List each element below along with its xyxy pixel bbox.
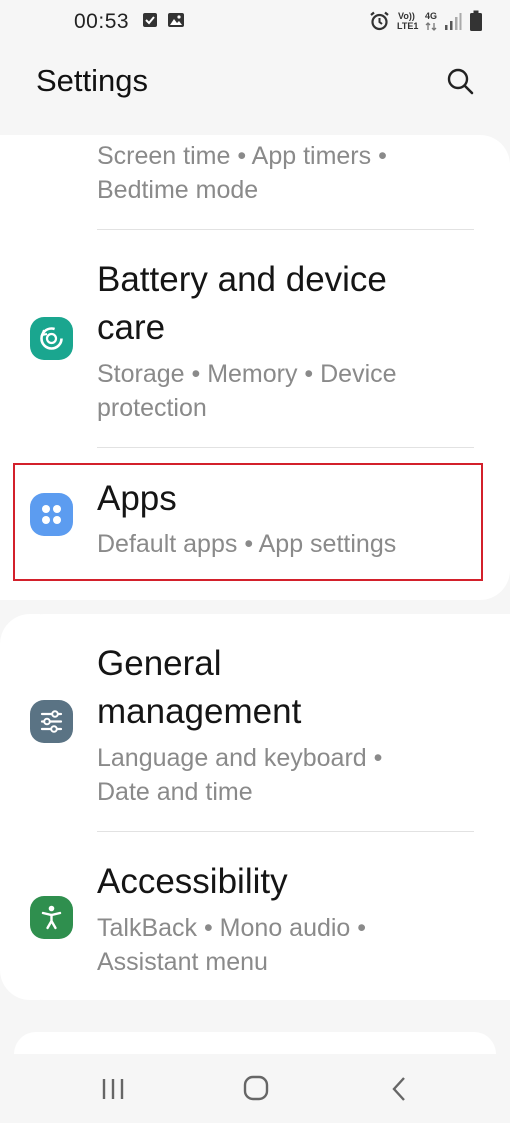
home-icon bbox=[243, 1075, 269, 1101]
data-arrows-icon bbox=[425, 22, 437, 31]
accessibility-title: Accessibility bbox=[97, 862, 288, 901]
signal-icon bbox=[445, 13, 462, 30]
highlight-box bbox=[13, 463, 483, 581]
accessibility-subtitle-1: TalkBack • Mono audio • bbox=[97, 914, 367, 942]
recent-apps-button[interactable] bbox=[93, 1072, 133, 1106]
battery-subtitle-2: protection bbox=[97, 394, 207, 422]
battery-status-icon bbox=[470, 10, 482, 31]
general-subtitle-1: Language and keyboard • bbox=[97, 744, 383, 772]
alarm-icon bbox=[370, 11, 389, 31]
digital-wellbeing-subtitle-1: Screen time • App timers • bbox=[97, 142, 387, 170]
home-button[interactable] bbox=[236, 1072, 276, 1106]
battery-subtitle-1: Storage • Memory • Device bbox=[97, 360, 397, 388]
divider bbox=[97, 831, 474, 832]
status-time: 00:53 bbox=[74, 10, 130, 33]
general-title-1: General bbox=[97, 644, 222, 683]
divider bbox=[97, 229, 474, 230]
digital-wellbeing-subtitle-2: Bedtime mode bbox=[97, 176, 259, 204]
network-type: 4G bbox=[425, 11, 438, 21]
battery-title-2: care bbox=[97, 308, 166, 347]
gallery-notification-icon bbox=[168, 13, 184, 27]
battery-title-1: Battery and device bbox=[97, 260, 387, 299]
sliders-icon bbox=[40, 710, 63, 733]
recent-apps-icon bbox=[102, 1079, 124, 1099]
settings-card-3 bbox=[14, 1032, 496, 1054]
lte-label: LTE1 bbox=[397, 21, 419, 31]
back-icon bbox=[392, 1077, 405, 1101]
divider bbox=[97, 447, 474, 448]
accessibility-person-icon bbox=[41, 905, 62, 930]
status-bar: 00:53 Vo)) LTE1 4G bbox=[0, 0, 510, 44]
general-title-2: management bbox=[97, 692, 302, 731]
back-button[interactable] bbox=[380, 1072, 420, 1106]
general-management-icon-bg bbox=[30, 700, 73, 743]
search-icon bbox=[447, 68, 474, 95]
checkbox-notification-icon bbox=[143, 13, 157, 27]
page-title: Settings bbox=[36, 63, 149, 98]
accessibility-icon-bg bbox=[30, 896, 73, 939]
search-button[interactable] bbox=[441, 62, 481, 102]
volte-label: Vo)) bbox=[398, 11, 415, 21]
navigation-bar bbox=[0, 1054, 510, 1123]
device-care-icon bbox=[40, 327, 63, 350]
general-subtitle-2: Date and time bbox=[97, 778, 253, 806]
accessibility-subtitle-2: Assistant menu bbox=[97, 948, 268, 976]
battery-device-care-icon-bg bbox=[30, 317, 73, 360]
